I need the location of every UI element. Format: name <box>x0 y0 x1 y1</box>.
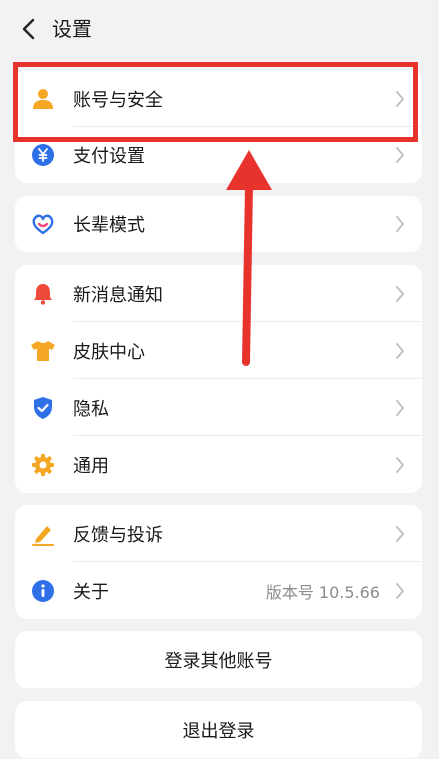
settings-item-label: 皮肤中心 <box>73 341 145 363</box>
settings-item-label: 通用 <box>73 455 109 477</box>
general-group: 新消息通知 皮肤中心 隐私 通用 <box>15 265 422 493</box>
settings-item-elder-mode[interactable]: 长辈模式 <box>15 196 422 252</box>
settings-item-general[interactable]: 通用 <box>15 436 422 493</box>
chevron-right-icon <box>396 525 404 542</box>
version-text: 版本号 10.5.66 <box>265 582 380 602</box>
logout-button[interactable]: 退出登录 <box>15 701 422 758</box>
highlight-box <box>13 62 418 142</box>
yen-icon <box>30 142 56 168</box>
switch-account-button[interactable]: 登录其他账号 <box>15 631 422 688</box>
chevron-right-icon <box>396 216 404 232</box>
back-arrow-icon[interactable] <box>16 16 42 42</box>
gear-icon <box>30 452 56 478</box>
settings-item-label: 反馈与投诉 <box>73 524 163 546</box>
heart-hands-icon <box>30 211 56 237</box>
settings-item-label: 新消息通知 <box>73 284 163 306</box>
shield-check-icon <box>30 395 56 421</box>
settings-item-label: 支付设置 <box>73 146 145 167</box>
settings-item-label: 长辈模式 <box>73 215 145 236</box>
settings-item-notifications[interactable]: 新消息通知 <box>15 265 422 322</box>
pencil-icon <box>30 521 56 547</box>
settings-item-privacy[interactable]: 隐私 <box>15 379 422 436</box>
page-title: 设置 <box>52 17 92 41</box>
about-group: 反馈与投诉 关于 版本号 10.5.66 <box>15 505 422 619</box>
chevron-right-icon <box>396 147 404 163</box>
settings-item-label: 关于 <box>73 581 109 603</box>
chevron-right-icon <box>396 285 404 302</box>
settings-item-feedback[interactable]: 反馈与投诉 <box>15 505 422 562</box>
info-icon <box>30 578 56 604</box>
chevron-right-icon <box>396 399 404 416</box>
chevron-right-icon <box>396 456 404 473</box>
bell-icon <box>30 281 56 307</box>
settings-item-about[interactable]: 关于 版本号 10.5.66 <box>15 562 422 619</box>
chevron-right-icon <box>396 342 404 359</box>
settings-item-label: 隐私 <box>73 398 109 420</box>
settings-item-skin-center[interactable]: 皮肤中心 <box>15 322 422 379</box>
chevron-right-icon <box>396 582 404 599</box>
header: 设置 <box>0 0 439 60</box>
elder-group: 长辈模式 <box>15 196 422 252</box>
tshirt-icon <box>30 338 56 364</box>
